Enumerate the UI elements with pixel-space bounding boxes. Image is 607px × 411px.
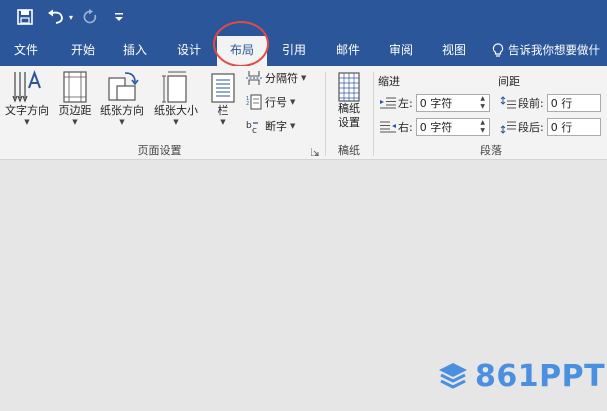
text-direction-button[interactable]: 文字方向 ▼	[2, 70, 52, 126]
tab-review[interactable]: 审阅	[377, 34, 425, 66]
breaks-button[interactable]: 分隔符 ▼	[246, 70, 306, 86]
spacing-after-icon	[500, 121, 516, 134]
indent-right-icon	[380, 121, 396, 133]
chevron-down-icon: ▼	[301, 74, 307, 82]
ribbon-tabs: 文件 开始 插入 设计 布局 引用 邮件 审阅 视图 告诉我你想要做什	[0, 34, 607, 66]
manuscript-group-label: 稿纸	[338, 144, 360, 157]
save-icon[interactable]	[14, 7, 36, 27]
spinner-arrows-icon[interactable]: ▲ ▼	[478, 95, 488, 111]
breaks-icon	[246, 71, 262, 85]
paper-size-button[interactable]: 纸张大小 ▼	[150, 70, 202, 126]
undo-icon[interactable]	[45, 7, 67, 27]
paper-size-label: 纸张大小	[154, 104, 198, 117]
margins-label: 页边距	[58, 104, 92, 117]
indent-right-input[interactable]	[416, 119, 478, 135]
indent-left-spinner[interactable]: ▲▼	[415, 94, 490, 112]
indent-right-label: 右:	[398, 121, 413, 134]
paragraph-group-label: 段落	[480, 144, 502, 157]
highlight-ring	[213, 21, 269, 67]
tab-design[interactable]: 设计	[165, 34, 213, 66]
spacing-after-row: 段后:	[500, 118, 601, 136]
orientation-button[interactable]: 纸张方向 ▼	[96, 70, 148, 126]
hyphenation-icon: b c	[246, 121, 258, 134]
spacing-after-label: 段后:	[518, 121, 544, 134]
group-divider	[373, 72, 374, 156]
tab-insert[interactable]: 插入	[112, 34, 158, 66]
hyphenation-label: 断字	[265, 120, 287, 133]
line-numbers-button[interactable]: 1 2 行号 ▼	[246, 94, 295, 110]
indent-header: 缩进	[378, 75, 400, 88]
tab-home[interactable]: 开始	[58, 34, 108, 66]
indent-right-row: 右: ▲▼	[380, 118, 490, 136]
customize-quick-access-icon[interactable]	[112, 7, 126, 27]
columns-label: 栏	[217, 104, 229, 117]
spacing-after-input[interactable]	[547, 119, 591, 135]
svg-text:2: 2	[246, 101, 249, 107]
margins-button[interactable]: 页边距 ▼	[54, 70, 96, 126]
dialog-launcher-icon[interactable]	[311, 148, 319, 156]
undo-dropdown-icon[interactable]: ▾	[66, 7, 76, 27]
svg-text:c: c	[252, 126, 257, 134]
indent-left-icon	[380, 97, 396, 109]
title-bar: ▾	[0, 0, 607, 34]
chevron-down-icon: ▼	[290, 122, 296, 130]
chevron-down-icon: ▼	[24, 118, 30, 126]
group-divider	[325, 72, 326, 156]
orientation-label: 纸张方向	[100, 104, 144, 117]
word-window: ▾ 文件 开始 插入 设计 布局 引用 邮件 审阅 视图 告诉我你想要做什 文字…	[0, 0, 607, 411]
chevron-down-icon: ▼	[173, 118, 179, 126]
line-numbers-label: 行号	[265, 96, 287, 109]
hyphenation-button[interactable]: b c 断字 ▼	[246, 118, 295, 134]
orientation-icon	[108, 72, 139, 101]
columns-button[interactable]: 栏 ▼	[205, 70, 241, 126]
manuscript-label-line1: 稿纸	[338, 102, 360, 115]
text-direction-label: 文字方向	[5, 104, 49, 117]
chevron-down-icon: ▼	[290, 98, 296, 106]
margins-icon	[63, 71, 87, 103]
watermark: 861PPT	[437, 358, 605, 394]
ribbon-panel: 文字方向 ▼ 页边距 ▼ 纸张方向 ▼ 纸张大小 ▼ 栏 ▼ 分隔符 ▼ 1 2…	[0, 66, 607, 160]
spacing-header: 间距	[498, 75, 520, 88]
tell-me-text: 告诉我你想要做什	[508, 43, 600, 57]
page-setup-group-label: 页面设置	[137, 144, 182, 157]
chevron-down-icon: ▼	[220, 118, 226, 126]
tab-mailings[interactable]: 邮件	[324, 34, 372, 66]
redo-icon[interactable]	[80, 7, 100, 27]
indent-left-row: 左: ▲▼	[380, 94, 490, 112]
chevron-down-icon: ▼	[72, 118, 78, 126]
spacing-before-icon	[500, 96, 516, 109]
watermark-text: 861PPT	[475, 358, 606, 394]
indent-left-input[interactable]	[416, 95, 478, 111]
text-direction-icon	[12, 70, 41, 103]
tell-me-box[interactable]: 告诉我你想要做什	[492, 34, 600, 66]
tab-view[interactable]: 视图	[430, 34, 478, 66]
spacing-after-spinner[interactable]	[546, 118, 601, 136]
lightbulb-icon	[492, 42, 504, 57]
columns-icon	[211, 73, 235, 103]
spinner-arrows-icon[interactable]: ▲ ▼	[478, 119, 488, 135]
tab-references[interactable]: 引用	[270, 34, 318, 66]
spacing-before-spinner[interactable]	[546, 94, 601, 112]
paper-size-icon	[162, 71, 187, 103]
chevron-down-icon: ▼	[119, 118, 125, 126]
line-numbers-icon: 1 2	[246, 94, 262, 110]
indent-left-label: 左:	[398, 97, 413, 110]
spacing-before-label: 段前:	[518, 97, 544, 110]
spacing-before-input[interactable]	[547, 95, 591, 111]
manuscript-settings-button[interactable]: 稿纸 设置	[330, 72, 368, 130]
layers-logo-icon	[439, 363, 467, 389]
breaks-label: 分隔符	[265, 72, 298, 85]
spacing-before-row: 段前:	[500, 94, 601, 112]
indent-right-spinner[interactable]: ▲▼	[415, 118, 490, 136]
manuscript-icon	[338, 72, 360, 102]
tab-file[interactable]: 文件	[4, 34, 48, 66]
manuscript-label-line2: 设置	[338, 116, 360, 129]
